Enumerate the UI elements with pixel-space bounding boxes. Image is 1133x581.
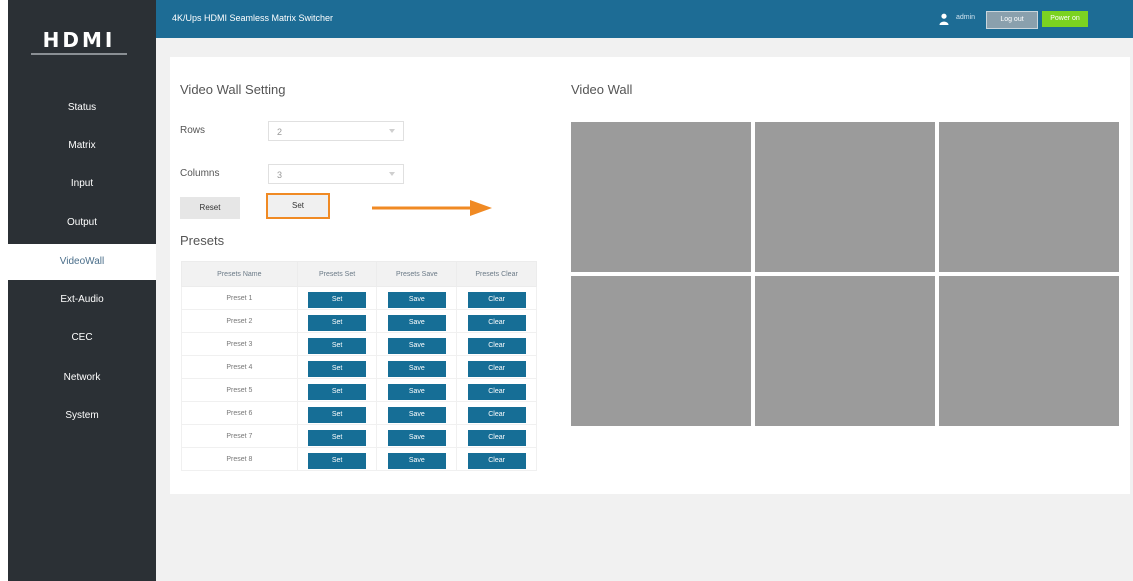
preset-save-button[interactable]: Save xyxy=(387,429,446,446)
video-wall-cell[interactable] xyxy=(755,122,935,272)
video-wall-cell[interactable] xyxy=(755,276,935,426)
preset-set-button[interactable]: Set xyxy=(308,429,367,446)
preset-save-button[interactable]: Save xyxy=(387,314,446,331)
table-row: Preset 1 Set Save Clear xyxy=(181,286,537,310)
app-title: 4K/Ups HDMI Seamless Matrix Switcher xyxy=(172,13,334,23)
chevron-down-icon xyxy=(389,129,395,133)
presets-table: Presets Name Presets Set Presets Save Pr… xyxy=(181,261,537,471)
preset-set-button[interactable]: Set xyxy=(308,406,367,423)
preset-save-button[interactable]: Save xyxy=(387,337,446,354)
rows-label: Rows xyxy=(180,125,206,136)
sidebar-item-status[interactable]: Status xyxy=(8,90,156,126)
preset-clear-button[interactable]: Clear xyxy=(467,383,526,400)
video-wall-grid xyxy=(571,122,1119,430)
col-presets-clear: Presets Clear xyxy=(456,261,537,287)
power-on-button[interactable]: Power on xyxy=(1042,11,1088,27)
preset-set-button[interactable]: Set xyxy=(308,291,367,308)
table-row: Preset 3 Set Save Clear xyxy=(181,332,537,356)
logo-underline xyxy=(31,53,127,55)
preset-save-button[interactable]: Save xyxy=(387,452,446,469)
preset-clear-button[interactable]: Clear xyxy=(467,291,526,308)
preset-clear-button[interactable]: Clear xyxy=(467,314,526,331)
preset-name: Preset 3 xyxy=(181,332,298,356)
sidebar-item-videowall[interactable]: VideoWall xyxy=(8,244,156,280)
top-bar: 4K/Ups HDMI Seamless Matrix Switcher adm… xyxy=(156,0,1133,38)
preset-name: Preset 5 xyxy=(181,378,298,402)
table-row: Preset 4 Set Save Clear xyxy=(181,355,537,379)
columns-value: 3 xyxy=(277,170,283,180)
preset-set-button[interactable]: Set xyxy=(308,383,367,400)
col-presets-name: Presets Name xyxy=(181,261,298,287)
preset-clear-button[interactable]: Clear xyxy=(467,360,526,377)
preset-save-button[interactable]: Save xyxy=(387,383,446,400)
preset-name: Preset 7 xyxy=(181,424,298,448)
preset-clear-button[interactable]: Clear xyxy=(467,337,526,354)
reset-button[interactable]: Reset xyxy=(180,197,240,219)
preset-save-button[interactable]: Save xyxy=(387,291,446,308)
preset-clear-button[interactable]: Clear xyxy=(467,452,526,469)
columns-select[interactable]: 3 xyxy=(268,164,404,184)
video-wall-cell[interactable] xyxy=(939,276,1119,426)
preset-save-button[interactable]: Save xyxy=(387,406,446,423)
preset-save-button[interactable]: Save xyxy=(387,360,446,377)
chevron-down-icon xyxy=(389,172,395,176)
columns-label: Columns xyxy=(180,168,220,179)
preset-clear-button[interactable]: Clear xyxy=(467,429,526,446)
video-wall-setting-title: Video Wall Setting xyxy=(180,82,286,97)
table-row: Preset 6 Set Save Clear xyxy=(181,401,537,425)
hdmi-logo: HDMI xyxy=(18,30,140,60)
rows-value: 2 xyxy=(277,127,283,137)
preset-set-button[interactable]: Set xyxy=(308,360,367,377)
logout-button[interactable]: Log out xyxy=(986,11,1038,29)
sidebar-item-input[interactable]: Input xyxy=(8,166,156,202)
logo-text: HDMI xyxy=(42,28,116,52)
preset-set-button[interactable]: Set xyxy=(308,452,367,469)
sidebar-item-system[interactable]: System xyxy=(8,398,156,434)
sidebar-item-output[interactable]: Output xyxy=(8,205,156,241)
sidebar-item-network[interactable]: Network xyxy=(8,360,156,396)
video-wall-cell[interactable] xyxy=(571,276,751,426)
preset-name: Preset 1 xyxy=(181,286,298,310)
video-wall-title: Video Wall xyxy=(571,82,633,97)
col-presets-save: Presets Save xyxy=(376,261,458,287)
user-name: admin xyxy=(956,14,976,21)
preset-name: Preset 6 xyxy=(181,401,298,425)
sidebar-item-matrix[interactable]: Matrix xyxy=(8,128,156,164)
preset-set-button[interactable]: Set xyxy=(308,314,367,331)
presets-title: Presets xyxy=(180,233,225,248)
preset-name: Preset 2 xyxy=(181,309,298,333)
col-presets-set: Presets Set xyxy=(296,261,378,287)
sidebar: HDMI Status Matrix Input Output VideoWal… xyxy=(8,0,156,581)
sidebar-item-cec[interactable]: CEC xyxy=(8,320,156,356)
user-icon xyxy=(939,13,949,25)
table-row: Preset 7 Set Save Clear xyxy=(181,424,537,448)
table-row: Preset 5 Set Save Clear xyxy=(181,378,537,402)
arrow-right-icon xyxy=(372,200,492,216)
preset-name: Preset 4 xyxy=(181,355,298,379)
preset-name: Preset 8 xyxy=(181,447,298,471)
table-row: Preset 2 Set Save Clear xyxy=(181,309,537,333)
set-button[interactable]: Set xyxy=(266,193,330,219)
sidebar-item-ext-audio[interactable]: Ext-Audio xyxy=(8,282,156,318)
rows-select[interactable]: 2 xyxy=(268,121,404,141)
table-row: Preset 8 Set Save Clear xyxy=(181,447,537,471)
preset-clear-button[interactable]: Clear xyxy=(467,406,526,423)
video-wall-cell[interactable] xyxy=(939,122,1119,272)
preset-set-button[interactable]: Set xyxy=(308,337,367,354)
video-wall-cell[interactable] xyxy=(571,122,751,272)
